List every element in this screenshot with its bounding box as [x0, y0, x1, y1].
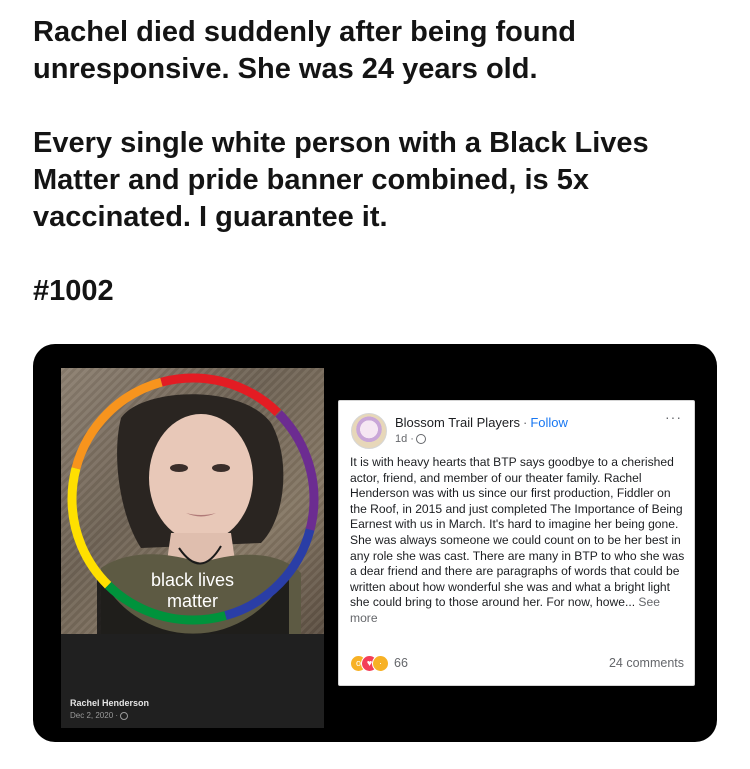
photo-date: Dec 2, 2020 ·	[70, 711, 119, 720]
facebook-post-card: Blossom Trail Players · Follow 1d · ··· It…	[338, 400, 695, 686]
comments-count-link[interactable]: 24 comments	[609, 656, 684, 670]
follow-button[interactable]: Follow	[530, 415, 568, 430]
separator-dot: ·	[522, 415, 528, 430]
profile-photo-panel: black lives matter Rachel Henderson Dec …	[61, 368, 324, 728]
post-text-line-2: Every single white person with a Black L…	[33, 127, 649, 233]
page-avatar[interactable]	[351, 413, 387, 449]
globe-icon	[415, 434, 426, 445]
photo-author-name[interactable]: Rachel Henderson	[70, 698, 149, 708]
post-text: Rachel died suddenly after being found u…	[33, 14, 723, 310]
frame-caption-line-2: matter	[166, 591, 218, 611]
page-header: Blossom Trail Players · Follow	[395, 415, 568, 430]
post-time: 1d ·	[395, 433, 426, 445]
reaction-count: 66	[394, 656, 408, 670]
profile-photo: black lives matter	[61, 368, 324, 634]
post-text-line-1: Rachel died suddenly after being found u…	[33, 16, 576, 85]
frame-caption-line-1: black lives	[150, 570, 235, 590]
more-options-button[interactable]: ···	[665, 409, 682, 425]
photo-author-meta: Dec 2, 2020 ·	[70, 711, 129, 720]
post-hashtag: #1002	[33, 275, 114, 307]
frame-caption: black lives matter	[61, 570, 324, 612]
sad-reaction-icon: ·	[372, 655, 389, 672]
page-name[interactable]: Blossom Trail Players	[395, 415, 520, 430]
post-body-text: It is with heavy hearts that BTP says go…	[350, 455, 685, 610]
attached-image[interactable]: black lives matter Rachel Henderson Dec …	[33, 344, 717, 742]
post-body: It is with heavy hearts that BTP says go…	[350, 455, 686, 627]
globe-icon	[120, 711, 129, 720]
post-time-label: 1d ·	[395, 433, 414, 445]
